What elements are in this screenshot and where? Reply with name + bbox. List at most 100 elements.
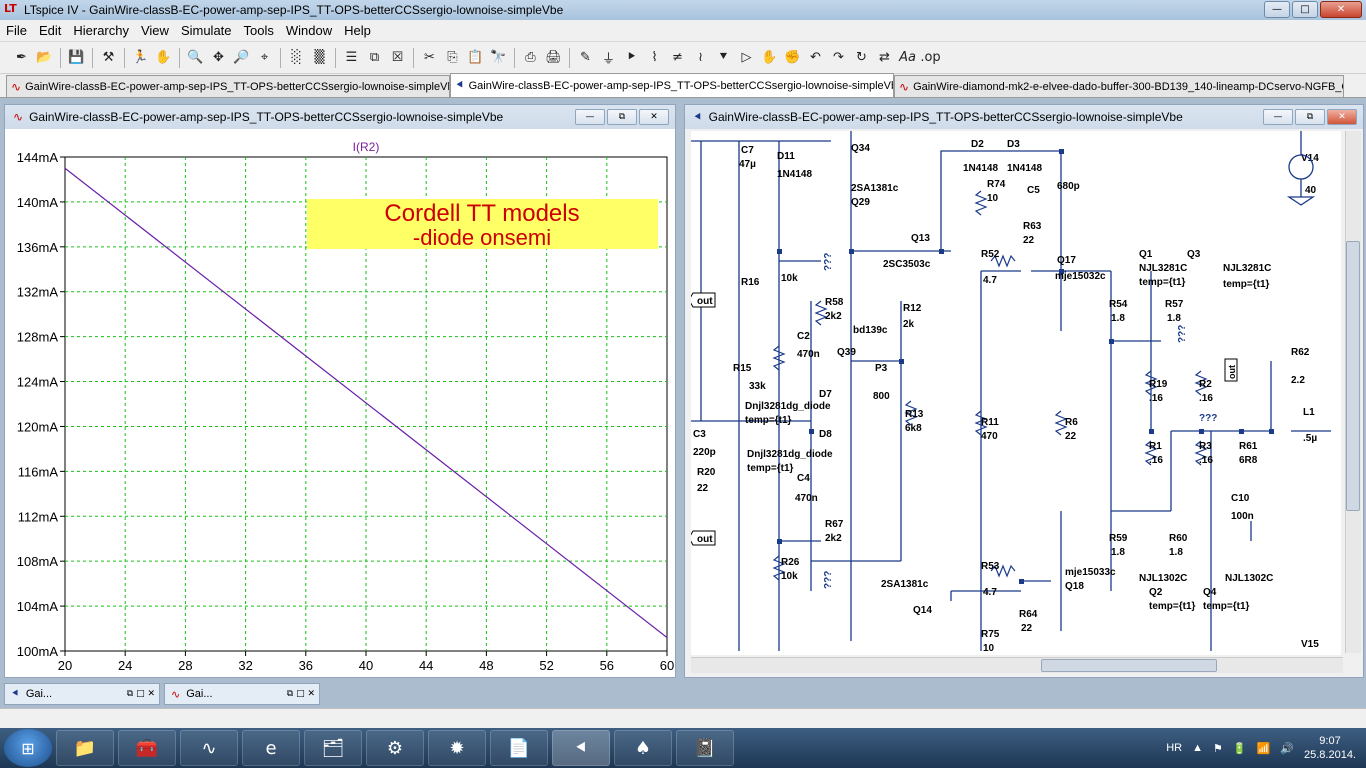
waveform-minimize-button[interactable]: — xyxy=(575,109,605,125)
document-app-icon[interactable]: 📄 xyxy=(490,730,548,766)
spice-directive-icon[interactable]: .op xyxy=(919,46,942,69)
restore-icon[interactable]: ⧉ □ ✕ xyxy=(287,689,315,699)
schematic-drawing[interactable]: C7 47µ D11 1N4148 Q34 2SA1381c Q29 D2 D3 1N4148… xyxy=(691,131,1341,655)
x-tick-label: 40 xyxy=(359,658,373,673)
tab-schematic[interactable]: ⯇ GainWire-classB-EC-power-amp-sep-IPS_T… xyxy=(450,73,894,97)
menu-view[interactable]: View xyxy=(135,23,175,38)
find-icon[interactable]: 🔭 xyxy=(487,46,510,69)
text-icon[interactable]: Aa xyxy=(896,46,919,69)
flag-icon[interactable]: ⚑ xyxy=(1213,742,1223,755)
waveform-plot[interactable]: 144mA 140mA 136mA 132mA 128mA 124mA 120mA 116mA… xyxy=(5,129,675,677)
red-app-icon[interactable]: ✹ xyxy=(428,730,486,766)
cut-icon[interactable]: ✂ xyxy=(418,46,441,69)
open-icon[interactable]: 📂 xyxy=(33,46,56,69)
menu-tools[interactable]: Tools xyxy=(238,23,280,38)
fft-icon[interactable]: ▒ xyxy=(308,46,331,69)
copy-icon[interactable]: ⎘ xyxy=(441,46,464,69)
oscilloscope-app-icon[interactable]: ∿ xyxy=(180,730,238,766)
menu-file[interactable]: File xyxy=(0,23,33,38)
horizontal-scroll-thumb[interactable] xyxy=(1041,659,1217,672)
svg-text:R2: R2 xyxy=(1199,379,1212,390)
ltspice-taskbar-icon[interactable]: ⯇ xyxy=(552,730,610,766)
green-app-icon[interactable]: ⚙ xyxy=(366,730,424,766)
print-setup-icon[interactable]: ⎙ xyxy=(519,46,542,69)
zoom-out-icon[interactable]: 🔎 xyxy=(230,46,253,69)
volume-icon[interactable]: 🔊 xyxy=(1280,742,1294,755)
minimized-window-1[interactable]: ⯇ Gai... ⧉ □ ✕ xyxy=(4,683,160,705)
schematic-minimize-button[interactable]: — xyxy=(1263,109,1293,125)
mirror-icon[interactable]: ⇄ xyxy=(873,46,896,69)
pan-icon[interactable]: ✥ xyxy=(207,46,230,69)
save-icon[interactable]: 💾 xyxy=(65,46,88,69)
cascade-icon[interactable]: ⧉ xyxy=(363,46,386,69)
start-button[interactable]: ⊞ xyxy=(4,729,52,767)
waveform-restore-button[interactable]: ⧉ xyxy=(607,109,637,125)
draw-wire-icon[interactable]: ✎ xyxy=(574,46,597,69)
control-panel-icon[interactable]: ⚒ xyxy=(97,46,120,69)
network-icon[interactable]: 📶 xyxy=(1257,742,1271,755)
paste-icon[interactable]: 📋 xyxy=(464,46,487,69)
trace-label[interactable]: I(R2) xyxy=(353,140,380,154)
svg-text:R52: R52 xyxy=(981,249,1000,260)
schematic-restore-button[interactable]: ⧉ xyxy=(1295,109,1325,125)
svg-text:Q1: Q1 xyxy=(1139,249,1153,260)
svg-text:2k2: 2k2 xyxy=(825,311,842,322)
drag-icon[interactable]: ✊ xyxy=(781,46,804,69)
vertical-scrollbar[interactable] xyxy=(1345,131,1361,653)
rotate-icon[interactable]: ↻ xyxy=(850,46,873,69)
tile-horizontal-icon[interactable]: ☰ xyxy=(340,46,363,69)
restore-icon[interactable]: ⧉ □ ✕ xyxy=(127,689,155,699)
ground-icon[interactable]: ⏚ xyxy=(597,46,620,69)
maximize-button[interactable]: □ xyxy=(1292,1,1318,18)
capacitor-icon[interactable]: ≠ xyxy=(666,46,689,69)
autorange-icon[interactable]: ░ xyxy=(285,46,308,69)
redo-icon[interactable]: ↷ xyxy=(827,46,850,69)
zoom-fit-icon[interactable]: ⌖ xyxy=(253,46,276,69)
pdf-reader-icon[interactable]: ♠ xyxy=(614,730,672,766)
clock[interactable]: 9:07 25.8.2014. xyxy=(1304,734,1356,762)
diode-icon[interactable]: ⯆ xyxy=(712,46,735,69)
file-manager-icon[interactable]: 🗂 xyxy=(304,730,362,766)
schematic-canvas[interactable]: C7 47µ D11 1N4148 Q34 2SA1381c Q29 D2 D3 1N4148… xyxy=(691,131,1341,655)
toolbox-app-icon[interactable]: 🧰 xyxy=(118,730,176,766)
explorer-icon[interactable]: 📁 xyxy=(56,730,114,766)
waveform-close-button[interactable]: ✕ xyxy=(639,109,669,125)
minimize-button[interactable]: — xyxy=(1264,1,1290,18)
battery-icon[interactable]: 🔋 xyxy=(1233,742,1247,755)
vertical-scroll-thumb[interactable] xyxy=(1346,241,1360,511)
resistor-icon[interactable]: ⌇ xyxy=(643,46,666,69)
svg-text:10k: 10k xyxy=(781,571,798,582)
svg-text:???: ??? xyxy=(823,571,834,589)
halt-icon[interactable]: ✋ xyxy=(152,46,175,69)
label-net-icon[interactable]: ⯈ xyxy=(620,46,643,69)
new-schematic-icon[interactable]: ✒ xyxy=(10,46,33,69)
tab-waveform-1[interactable]: ∿ GainWire-classB-EC-power-amp-sep-IPS_T… xyxy=(6,75,450,97)
svg-text:470: 470 xyxy=(981,431,998,442)
menu-edit[interactable]: Edit xyxy=(33,23,67,38)
internet-explorer-icon[interactable]: e xyxy=(242,730,300,766)
svg-text:.16: .16 xyxy=(1149,393,1163,404)
menu-hierarchy[interactable]: Hierarchy xyxy=(67,23,135,38)
menu-window[interactable]: Window xyxy=(280,23,338,38)
menu-simulate[interactable]: Simulate xyxy=(175,23,238,38)
run-icon[interactable]: 🏃 xyxy=(129,46,152,69)
print-icon[interactable]: 🖨 xyxy=(542,46,565,69)
tab-waveform-2[interactable]: ∿ GainWire-diamond-mk2-e-elvee-dado-buff… xyxy=(894,75,1344,97)
zoom-in-icon[interactable]: 🔍 xyxy=(184,46,207,69)
close-window-icon[interactable]: ☒ xyxy=(386,46,409,69)
inductor-icon[interactable]: ≀ xyxy=(689,46,712,69)
toolbar: ✒ 📂 💾 ⚒ 🏃 ✋ 🔍 ✥ 🔎 ⌖ ░ ▒ ☰ ⧉ ☒ ✂ ⎘ 📋 🔭 ⎙ … xyxy=(0,42,1366,74)
language-indicator[interactable]: HR xyxy=(1166,742,1182,754)
close-button[interactable]: ✕ xyxy=(1320,1,1362,18)
schematic-close-button[interactable]: ✕ xyxy=(1327,109,1357,125)
minimized-window-2[interactable]: ∿ Gai... ⧉ □ ✕ xyxy=(164,683,320,705)
notepad-app-icon[interactable]: 📓 xyxy=(676,730,734,766)
svg-text:NJL3281C: NJL3281C xyxy=(1223,263,1271,274)
horizontal-scrollbar[interactable] xyxy=(691,657,1343,673)
menu-help[interactable]: Help xyxy=(338,23,377,38)
show-hidden-icons-icon[interactable]: ▲ xyxy=(1192,742,1203,754)
undo-icon[interactable]: ↶ xyxy=(804,46,827,69)
x-tick-label: 56 xyxy=(600,658,614,673)
component-icon[interactable]: ▷ xyxy=(735,46,758,69)
move-icon[interactable]: ✋ xyxy=(758,46,781,69)
